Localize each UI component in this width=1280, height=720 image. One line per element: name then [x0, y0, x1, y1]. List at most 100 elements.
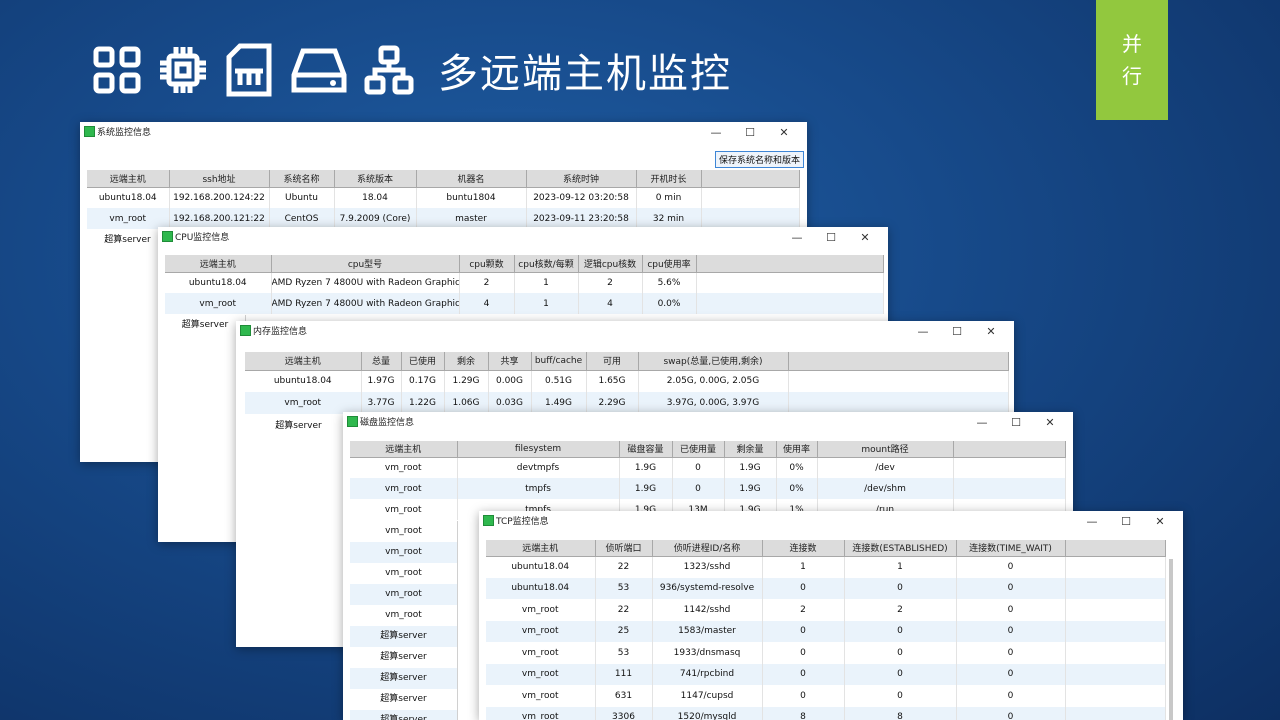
- cell: 2.29G: [586, 392, 639, 414]
- col-total[interactable]: 总量: [361, 352, 402, 371]
- maximize-button[interactable]: ☐: [1109, 512, 1143, 530]
- maximize-button[interactable]: ☐: [999, 413, 1033, 431]
- col-process[interactable]: 侦听进程ID/名称: [652, 540, 763, 557]
- maximize-button[interactable]: ☐: [733, 123, 767, 141]
- col-hostname[interactable]: 机器名: [416, 170, 527, 188]
- cell: [1065, 620, 1166, 642]
- col-remote-host[interactable]: 远端主机: [350, 441, 458, 458]
- close-button[interactable]: ✕: [848, 228, 882, 246]
- col-remote-host[interactable]: 远端主机: [486, 540, 596, 557]
- col-used[interactable]: 已使用: [401, 352, 445, 371]
- col-empty[interactable]: [696, 255, 884, 273]
- close-button[interactable]: ✕: [1143, 512, 1177, 530]
- table-row[interactable]: vm_root devtmpfs 1.9G 0 1.9G 0%/dev: [350, 457, 1066, 478]
- col-used[interactable]: 已使用量: [672, 441, 725, 458]
- col-remote-host[interactable]: 远端主机: [87, 170, 170, 188]
- app-icon: [240, 325, 251, 336]
- list-item[interactable]: vm_root: [350, 605, 457, 626]
- col-uptime[interactable]: 开机时长: [636, 170, 702, 188]
- list-item[interactable]: vm_root: [350, 521, 457, 542]
- table-row[interactable]: ubuntu18.04 22 1323/sshd 1 1 0: [486, 556, 1166, 578]
- list-item[interactable]: vm_root: [350, 542, 457, 563]
- cell: devtmpfs: [457, 457, 620, 478]
- col-empty[interactable]: [953, 441, 1066, 458]
- col-empty[interactable]: [1065, 540, 1166, 557]
- maximize-button[interactable]: ☐: [814, 228, 848, 246]
- list-item[interactable]: 超算server: [350, 668, 457, 689]
- cell: 0: [956, 706, 1066, 720]
- col-shared[interactable]: 共享: [488, 352, 532, 371]
- table-row[interactable]: ubuntu18.04 192.168.200.124:22 Ubuntu 18.04…: [87, 187, 800, 208]
- col-usage-rate[interactable]: 使用率: [776, 441, 818, 458]
- list-item[interactable]: 超算server: [350, 710, 457, 720]
- table-row[interactable]: vm_root 111 741/rpcbind 0 0 0: [486, 663, 1166, 685]
- maximize-button[interactable]: ☐: [940, 322, 974, 340]
- col-remote-host[interactable]: 远端主机: [245, 352, 362, 371]
- table-row[interactable]: ubuntu18.04 1.97G 0.17G 1.29G 0.00G 0.51G 1.65…: [245, 370, 1009, 392]
- list-item[interactable]: 超算server: [87, 230, 168, 251]
- list-item[interactable]: vm_root: [350, 584, 457, 605]
- col-established[interactable]: 连接数(ESTABLISHED): [844, 540, 957, 557]
- col-listen-port[interactable]: 侦听端口: [595, 540, 653, 557]
- cell: [701, 187, 800, 208]
- col-empty[interactable]: [701, 170, 800, 188]
- list-item[interactable]: 超算server: [350, 689, 457, 710]
- list-item[interactable]: 超算server: [245, 416, 352, 437]
- list-item[interactable]: 超算server: [350, 626, 457, 647]
- col-swap[interactable]: swap(总量,已使用,剩余): [638, 352, 789, 371]
- cell: 2023-09-12 03:20:58: [526, 187, 637, 208]
- minimize-button[interactable]: —: [699, 123, 733, 141]
- close-button[interactable]: ✕: [1033, 413, 1067, 431]
- cell: vm_root: [245, 392, 362, 414]
- col-available[interactable]: 可用: [586, 352, 639, 371]
- col-cpu-usage[interactable]: cpu使用率: [642, 255, 697, 273]
- col-buff-cache[interactable]: buff/cache: [531, 352, 587, 371]
- col-os-name[interactable]: 系统名称: [269, 170, 335, 188]
- table-row[interactable]: vm_root 3306 1520/mysqld 8 8 0: [486, 706, 1166, 720]
- table-row[interactable]: vm_root 53 1933/dnsmasq 0 0 0: [486, 642, 1166, 664]
- table-row[interactable]: vm_root 631 1147/cupsd 0 0 0: [486, 685, 1166, 707]
- col-empty[interactable]: [788, 352, 1009, 371]
- col-capacity[interactable]: 磁盘容量: [619, 441, 673, 458]
- table-row[interactable]: vm_root 25 1583/master 0 0 0: [486, 620, 1166, 642]
- table-row[interactable]: ubuntu18.04 53 936/systemd-resolve 0 0 0: [486, 577, 1166, 599]
- list-item[interactable]: 超算server: [350, 647, 457, 668]
- table-row[interactable]: vm_root tmpfs 1.9G 0 1.9G 0%/dev/shm: [350, 478, 1066, 499]
- list-item[interactable]: vm_root: [350, 563, 457, 584]
- table-row[interactable]: vm_root AMD Ryzen 7 4800U with Radeon Gra…: [165, 293, 884, 314]
- cell: 0: [762, 663, 845, 685]
- cell: 0: [956, 663, 1066, 685]
- tcp-scrollbar[interactable]: [1169, 559, 1173, 720]
- col-remaining[interactable]: 剩余量: [724, 441, 777, 458]
- minimize-button[interactable]: —: [780, 228, 814, 246]
- col-cores-per-cpu[interactable]: cpu核数/每颗: [514, 255, 579, 273]
- save-system-info-button[interactable]: 保存系统名称和版本: [715, 151, 805, 168]
- close-button[interactable]: ✕: [767, 123, 801, 141]
- col-ssh-address[interactable]: ssh地址: [169, 170, 270, 188]
- cpu-chip-icon: [158, 40, 208, 100]
- close-button[interactable]: ✕: [974, 322, 1008, 340]
- minimize-button[interactable]: —: [965, 413, 999, 431]
- col-cpu-count[interactable]: cpu颗数: [459, 255, 515, 273]
- col-remote-host[interactable]: 远端主机: [165, 255, 272, 273]
- col-system-clock[interactable]: 系统时钟: [526, 170, 637, 188]
- table-row[interactable]: vm_root 3.77G 1.22G 1.06G 0.03G 1.49G 2.29G 3.9…: [245, 392, 1009, 414]
- disk-drive-icon: [290, 40, 348, 100]
- minimize-button[interactable]: —: [1075, 512, 1109, 530]
- tcp-header-row: 远端主机 侦听端口 侦听进程ID/名称 连接数 连接数(ESTABLISHED) 连接数(…: [486, 540, 1166, 557]
- cell: vm_root: [486, 685, 596, 707]
- col-mount-path[interactable]: mount路径: [817, 441, 954, 458]
- col-time-wait[interactable]: 连接数(TIME_WAIT): [956, 540, 1066, 557]
- minimize-button[interactable]: —: [906, 322, 940, 340]
- col-os-version[interactable]: 系统版本: [334, 170, 417, 188]
- table-row[interactable]: ubuntu18.04 AMD Ryzen 7 4800U with Radeon…: [165, 272, 884, 293]
- col-cpu-model[interactable]: cpu型号: [271, 255, 460, 273]
- cell: 4: [459, 293, 515, 314]
- table-row[interactable]: vm_root 22 1142/sshd 2 2 0: [486, 599, 1166, 621]
- col-logical-cores[interactable]: 逻辑cpu核数: [578, 255, 643, 273]
- col-filesystem[interactable]: filesystem: [457, 441, 620, 458]
- col-free[interactable]: 剩余: [444, 352, 489, 371]
- list-item[interactable]: 超算server: [165, 315, 245, 336]
- table-row[interactable]: vm_root 192.168.200.121:22 CentOS 7.9.2009 …: [87, 208, 800, 229]
- col-connections[interactable]: 连接数: [762, 540, 845, 557]
